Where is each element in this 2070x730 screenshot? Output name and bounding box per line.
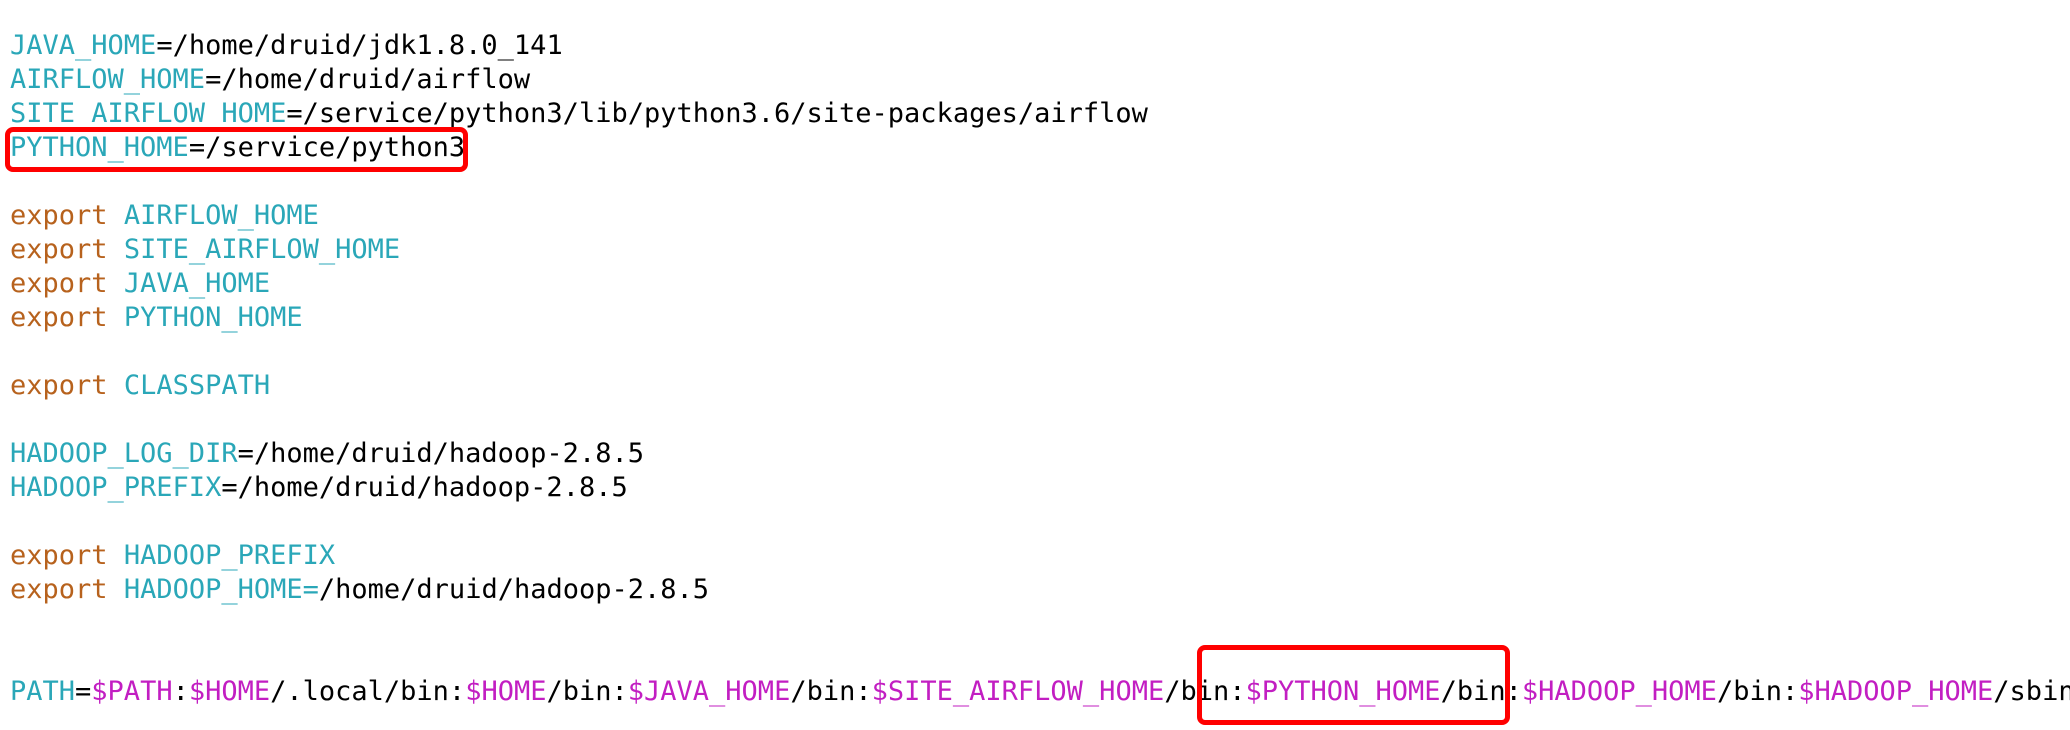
code-text: /.local/bin: xyxy=(270,676,466,707)
code-keyword: export xyxy=(10,540,108,571)
code-variable: HADOOP_LOG_DIR xyxy=(10,438,238,469)
code-keyword: export xyxy=(10,200,108,231)
code-text: /home/druid/hadoop-2.8.5 xyxy=(318,574,710,605)
code-text: /bin: xyxy=(546,676,628,707)
code-variable: CLASSPATH xyxy=(123,370,271,401)
code-keyword: export xyxy=(10,574,108,605)
code-text: /bin: xyxy=(1716,676,1799,707)
code-line-export-hadoop-prefix: export HADOOP_PREFIX xyxy=(10,539,335,573)
code-text: =/service/python3 xyxy=(188,132,466,163)
code-dollar-variable: $PATH xyxy=(91,676,173,707)
code-text: /bin: xyxy=(1164,676,1246,707)
code-variable: AIRFLOW_HOME xyxy=(10,64,206,95)
code-dollar-variable: $HOME xyxy=(188,676,271,707)
code-dollar-variable: $HOME xyxy=(465,676,547,707)
code-line-export-java-home: export JAVA_HOME xyxy=(10,267,270,301)
code-text: =/home/druid/airflow xyxy=(205,64,531,95)
code-variable: AIRFLOW_HOME xyxy=(123,200,319,231)
code-keyword: export xyxy=(10,302,108,333)
code-editor[interactable]: JAVA_HOME=/home/druid/jdk1.8.0_141 AIRFL… xyxy=(0,0,2070,730)
code-line-export-site-airflow-home: export SITE_AIRFLOW_HOME xyxy=(10,233,400,267)
code-text: = xyxy=(75,676,92,707)
code-dollar-variable: $HADOOP_HOME xyxy=(1798,676,1994,707)
code-variable: JAVA_HOME xyxy=(123,268,271,299)
code-text: =/home/druid/hadoop-2.8.5 xyxy=(221,472,628,503)
code-line-hadoop-prefix: HADOOP_PREFIX=/home/druid/hadoop-2.8.5 xyxy=(10,471,628,505)
code-text: =/home/druid/hadoop-2.8.5 xyxy=(237,438,644,469)
code-variable: SITE_AIRFLOW_HOME xyxy=(123,234,401,265)
code-dollar-variable: $SITE_AIRFLOW_HOME xyxy=(871,676,1165,707)
code-line-export-classpath: export CLASSPATH xyxy=(10,369,270,403)
code-text: =/service/python3/lib/python3.6/site-pac… xyxy=(286,98,1148,129)
code-variable: PYTHON_HOME xyxy=(10,132,189,163)
code-text: /bin: xyxy=(790,676,872,707)
code-line-hadoop-log-dir: HADOOP_LOG_DIR=/home/druid/hadoop-2.8.5 xyxy=(10,437,644,471)
code-dollar-variable: $JAVA_HOME xyxy=(627,676,791,707)
code-text: =/home/druid/jdk1.8.0_141 xyxy=(156,30,563,61)
code-variable: PYTHON_HOME xyxy=(123,302,303,333)
code-line-export-hadoop-home: export HADOOP_HOME=/home/druid/hadoop-2.… xyxy=(10,573,709,607)
code-keyword: export xyxy=(10,234,108,265)
code-variable: PATH xyxy=(10,676,76,707)
code-keyword: export xyxy=(10,268,108,299)
code-line-export-python-home: export PYTHON_HOME xyxy=(10,301,303,335)
code-dollar-variable: $PYTHON_HOME xyxy=(1245,676,1441,707)
code-line-python-home: PYTHON_HOME=/service/python3 xyxy=(10,131,465,165)
code-variable: JAVA_HOME xyxy=(10,30,157,61)
code-line-airflow-home: AIRFLOW_HOME=/home/druid/airflow xyxy=(10,63,530,97)
code-line-site-airflow-home: SITE_AIRFLOW_HOME=/service/python3/lib/p… xyxy=(10,97,1148,131)
code-variable: HADOOP_PREFIX xyxy=(10,472,222,503)
code-text: : xyxy=(172,676,189,707)
code-text: /sbin xyxy=(1993,676,2070,707)
code-variable: HADOOP_PREFIX xyxy=(123,540,336,571)
code-line-export-airflow-home: export AIRFLOW_HOME xyxy=(10,199,319,233)
code-keyword: export xyxy=(10,370,108,401)
code-dollar-variable: $HADOOP_HOME xyxy=(1521,676,1717,707)
code-variable: HADOOP_HOME= xyxy=(123,574,319,605)
code-text: /bin: xyxy=(1440,676,1522,707)
code-line-java-home: JAVA_HOME=/home/druid/jdk1.8.0_141 xyxy=(10,29,563,63)
code-variable: SITE_AIRFLOW_HOME xyxy=(10,98,287,129)
code-line-path: PATH=$PATH:$HOME/.local/bin:$HOME/bin:$J… xyxy=(10,675,2070,709)
